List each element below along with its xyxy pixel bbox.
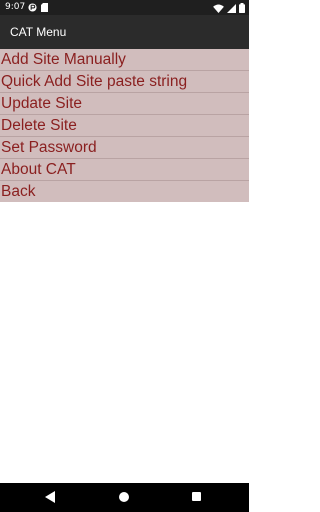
signal-icon bbox=[227, 3, 236, 13]
home-icon[interactable] bbox=[119, 492, 129, 502]
sd-card-icon bbox=[41, 3, 48, 12]
menu-item-quick-add-site[interactable]: Quick Add Site paste string bbox=[0, 71, 249, 93]
notification-icon bbox=[28, 3, 37, 12]
navigation-bar bbox=[0, 483, 249, 512]
app-title: CAT Menu bbox=[10, 25, 67, 39]
app-bar: CAT Menu bbox=[0, 15, 249, 49]
menu-item-delete-site[interactable]: Delete Site bbox=[0, 115, 249, 137]
menu-item-back[interactable]: Back bbox=[0, 181, 249, 202]
wifi-icon bbox=[213, 3, 224, 13]
status-time: 9:07 bbox=[5, 2, 26, 12]
menu-item-update-site[interactable]: Update Site bbox=[0, 93, 249, 115]
menu-item-about-cat[interactable]: About CAT bbox=[0, 159, 249, 181]
menu-item-set-password[interactable]: Set Password bbox=[0, 137, 249, 159]
back-icon[interactable] bbox=[45, 491, 55, 503]
recents-icon[interactable] bbox=[192, 492, 201, 501]
menu-list: Add Site Manually Quick Add Site paste s… bbox=[0, 49, 249, 202]
battery-icon bbox=[239, 3, 245, 13]
status-bar: 9:07 bbox=[0, 0, 249, 15]
menu-item-add-site-manually[interactable]: Add Site Manually bbox=[0, 49, 249, 71]
